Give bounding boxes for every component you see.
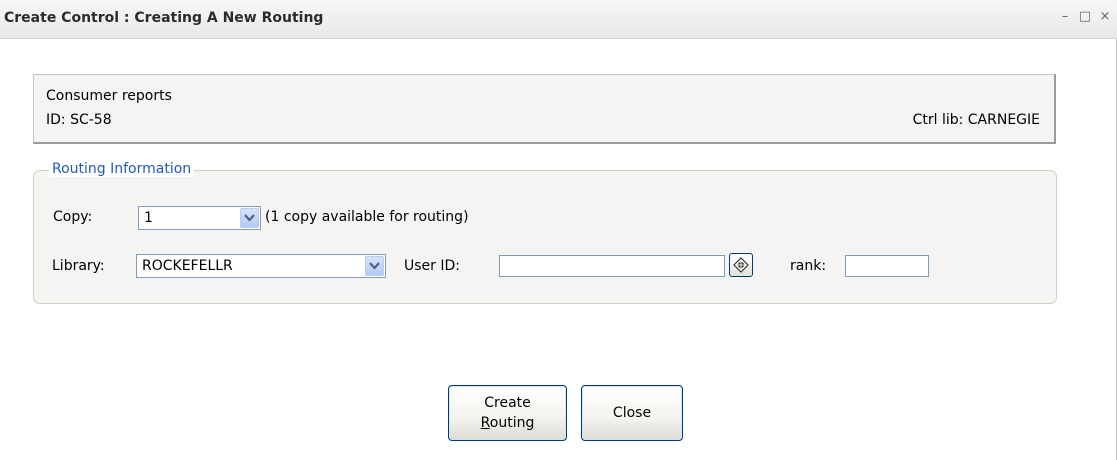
rank-label: rank:	[790, 258, 827, 274]
close-window-button[interactable]: ×	[1097, 9, 1113, 25]
copy-label: Copy:	[53, 209, 93, 225]
control-title: Consumer reports	[46, 88, 172, 104]
create-routing-button[interactable]: Create Routing	[448, 385, 567, 441]
control-library: Ctrl lib: CARNEGIE	[912, 112, 1040, 128]
create-routing-label-line1: Create	[484, 395, 531, 411]
title-bar[interactable]: Create Control : Creating A New Routing …	[0, 0, 1117, 39]
window-title: Create Control : Creating A New Routing	[4, 10, 324, 26]
create-routing-label-rest: outing	[489, 415, 535, 431]
lookup-icon	[733, 257, 749, 273]
close-button-label: Close	[612, 405, 652, 421]
minimize-button[interactable]: –	[1057, 9, 1073, 25]
routing-information-group: Routing Information Copy: 1 (1 copy avai…	[33, 161, 1057, 304]
library-label: Library:	[52, 258, 105, 274]
user-id-label: User ID:	[404, 258, 460, 274]
rank-input[interactable]	[845, 255, 929, 277]
copy-select-value: 1	[144, 210, 153, 226]
copy-availability-note: (1 copy available for routing)	[265, 209, 469, 225]
create-routing-label-line2: Routing	[481, 413, 535, 433]
control-id: ID: SC-58	[46, 112, 112, 128]
chevron-down-icon[interactable]	[365, 256, 384, 276]
library-select[interactable]: ROCKEFELLR	[136, 254, 386, 278]
routing-information-legend: Routing Information	[49, 161, 195, 177]
maximize-button[interactable]: □	[1077, 9, 1093, 25]
close-button[interactable]: Close	[581, 385, 683, 441]
user-lookup-button[interactable]	[729, 253, 753, 277]
copy-select[interactable]: 1	[138, 206, 261, 230]
create-routing-mnemonic: R	[480, 415, 490, 431]
library-select-value: ROCKEFELLR	[142, 258, 233, 274]
control-info-panel: Consumer reports ID: SC-58 Ctrl lib: CAR…	[33, 74, 1056, 144]
user-id-input[interactable]	[499, 255, 725, 277]
chevron-down-icon[interactable]	[240, 208, 259, 228]
dialog-window: Create Control : Creating A New Routing …	[0, 0, 1117, 460]
